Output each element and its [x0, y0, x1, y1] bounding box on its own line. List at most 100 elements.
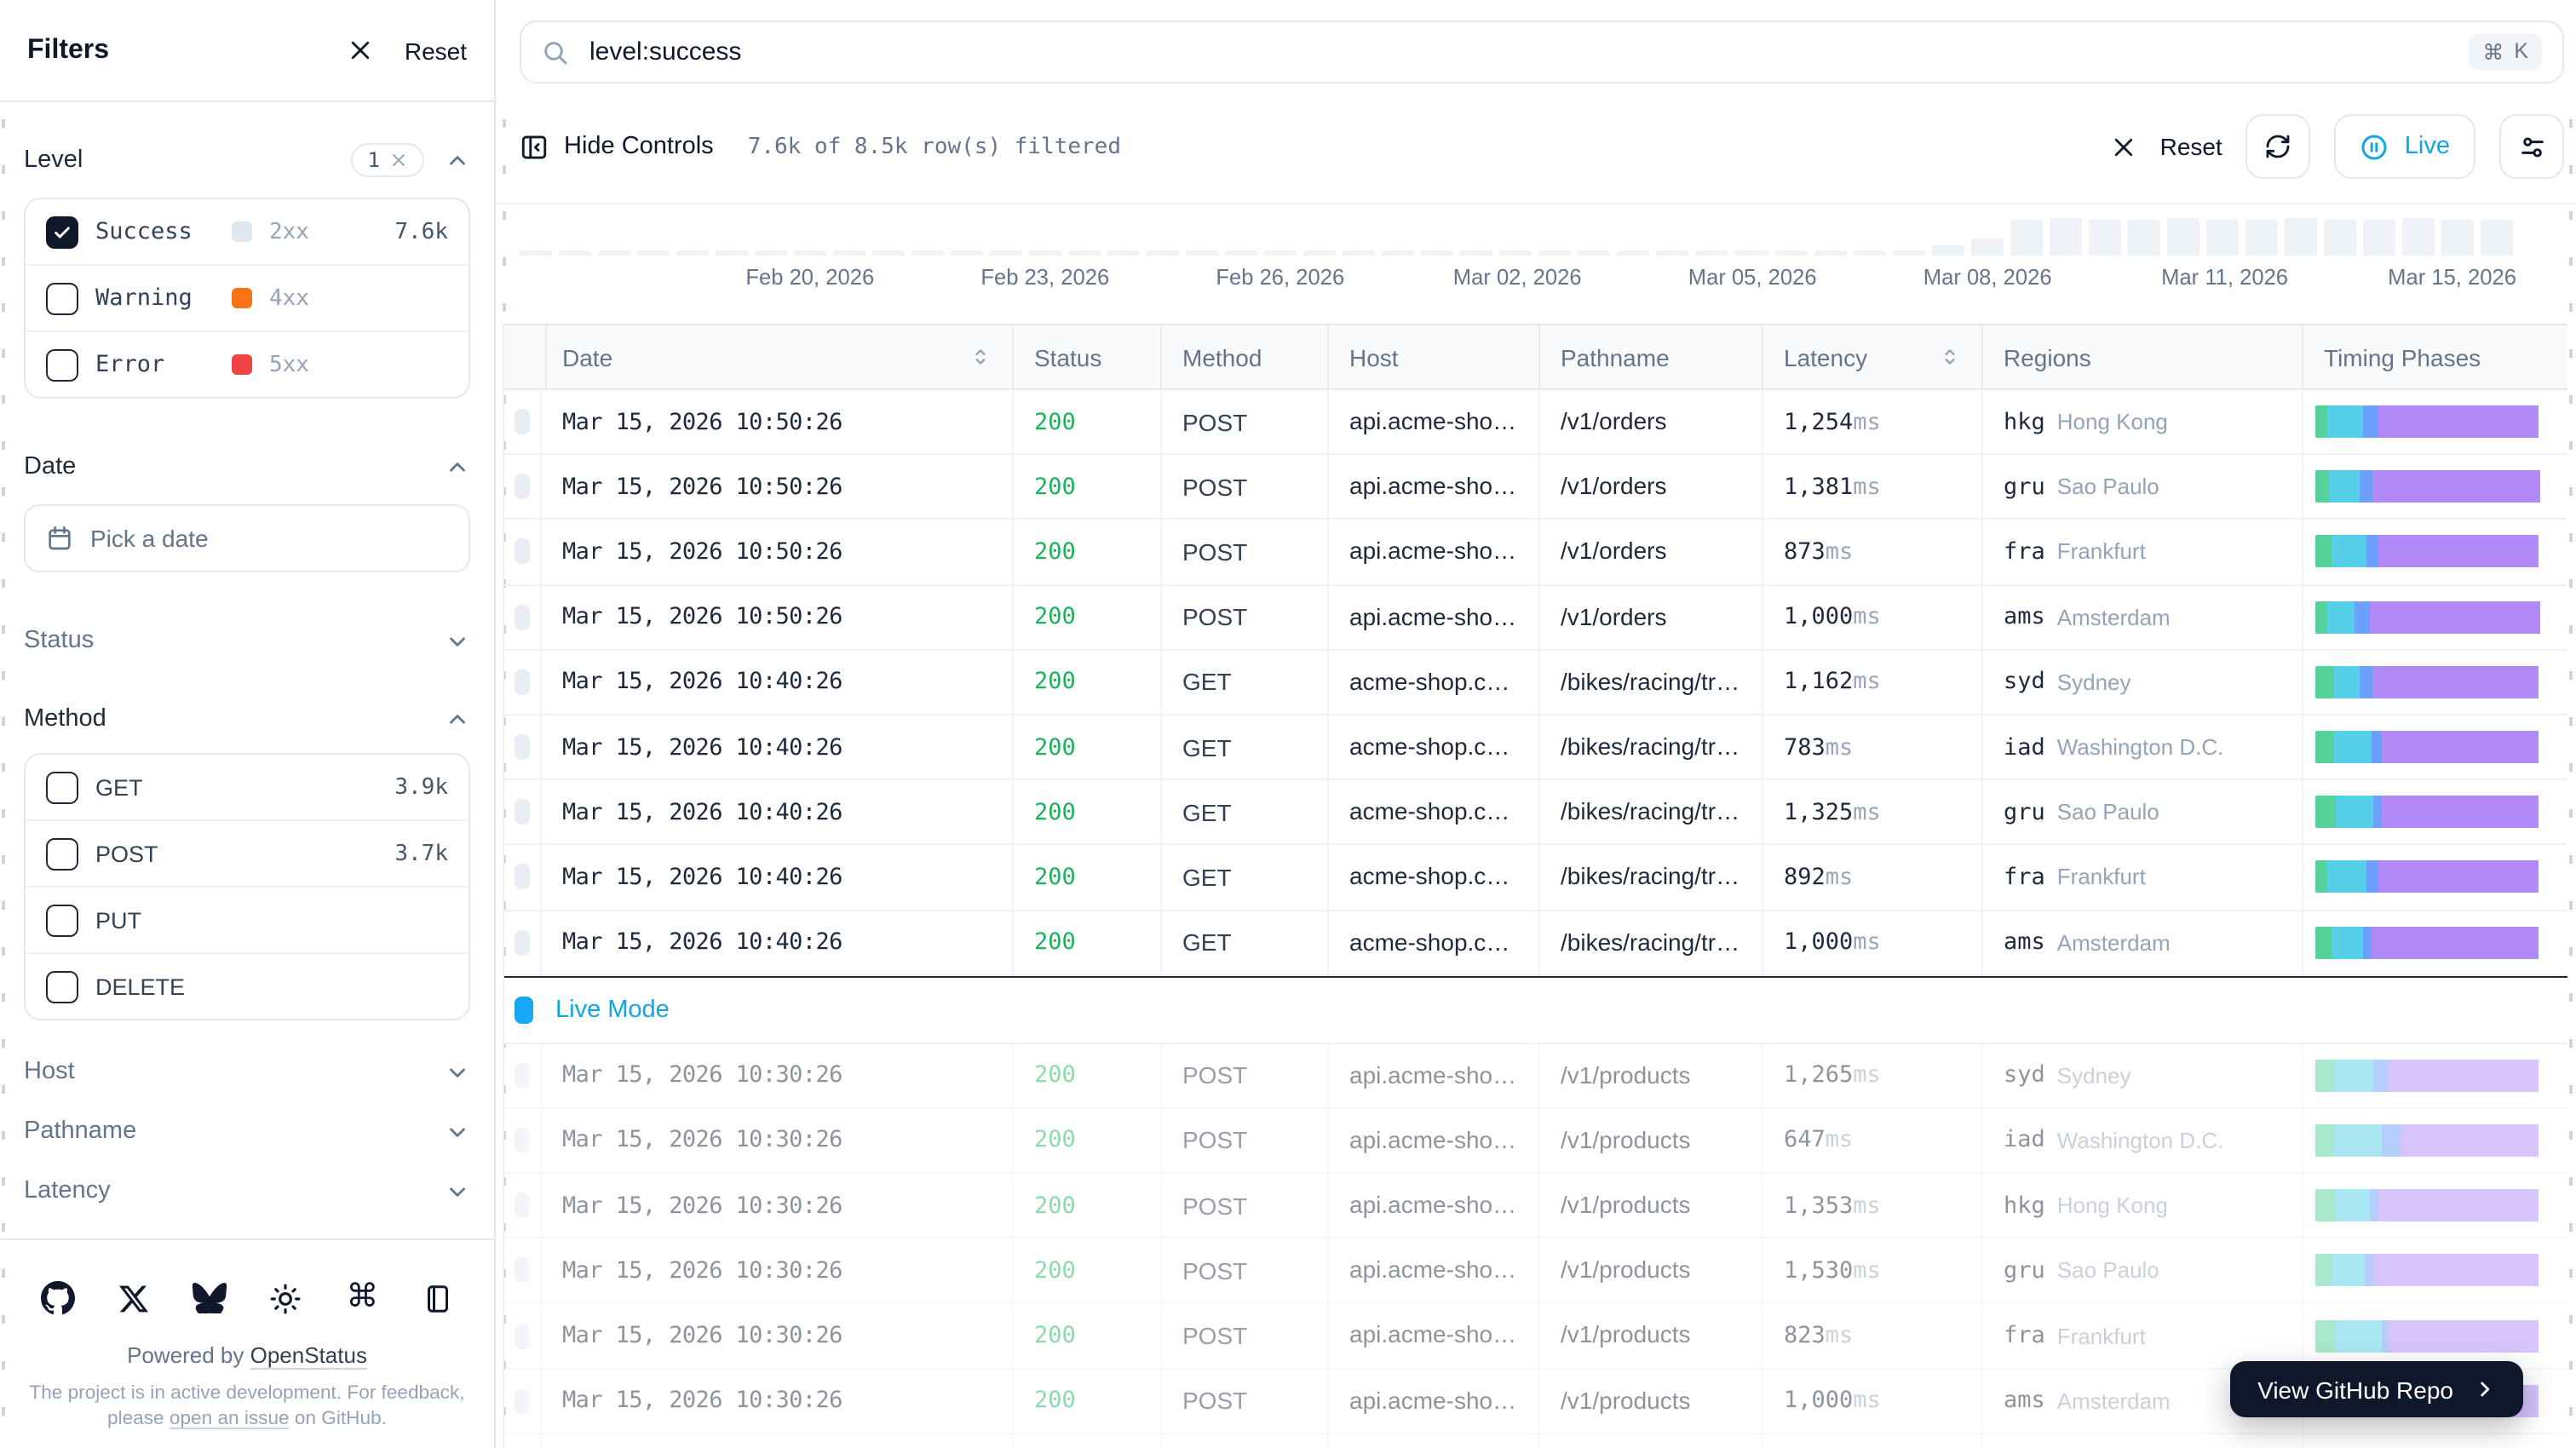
column-header-date[interactable]: Date: [542, 325, 1014, 388]
checkbox[interactable]: [46, 215, 78, 248]
method-option-delete[interactable]: DELETE: [26, 952, 469, 1019]
checkbox[interactable]: [46, 282, 78, 314]
github-icon[interactable]: [41, 1281, 75, 1315]
search-bar[interactable]: ⌘ K: [520, 20, 2564, 83]
live-mode-row[interactable]: Live Mode: [504, 975, 2567, 1043]
timing-segment-2: [2355, 600, 2370, 633]
section-header-host[interactable]: Host: [24, 1054, 470, 1089]
checkbox[interactable]: [46, 837, 78, 870]
latency-unit: ms: [1853, 1192, 1881, 1219]
level-filter-badge[interactable]: 1: [351, 143, 424, 177]
table-row[interactable]: Mar 15, 2026 10:40:26200GETacme-shop.com…: [504, 846, 2567, 911]
live-button[interactable]: Live: [2335, 114, 2475, 179]
level-badge-count: 1: [368, 148, 380, 172]
section-header-date[interactable]: Date: [24, 450, 470, 484]
row-select-cell[interactable]: [504, 651, 542, 714]
latency-value: 1,000: [1784, 603, 1853, 630]
cell-pathname: /v1/products: [1540, 1304, 1763, 1367]
method-option-post[interactable]: POST3.7k: [26, 819, 469, 886]
level-option-warning[interactable]: Warning4xx: [26, 264, 469, 330]
table-row[interactable]: Mar 15, 2026 10:30:26200POSTapi.acme-sho…: [504, 1109, 2567, 1174]
view-github-repo-button[interactable]: View GitHub Repo: [2230, 1361, 2523, 1417]
filters-sidebar: Filters Reset Level 1 Success2xx7.6kWarn…: [0, 0, 496, 1448]
reset-button[interactable]: Reset: [2160, 133, 2222, 160]
timing-segment-1: [2327, 600, 2355, 633]
row-select-cell[interactable]: [504, 911, 542, 974]
view-options-button[interactable]: [2499, 114, 2564, 179]
timing-segment-0: [2315, 1319, 2337, 1352]
row-select-cell[interactable]: [504, 846, 542, 909]
cell-status: 200: [1014, 520, 1162, 583]
row-select-cell[interactable]: [504, 1109, 542, 1172]
level-option-error[interactable]: Error5xx: [26, 330, 469, 397]
bluesky-icon[interactable]: [192, 1283, 226, 1313]
sort-icon[interactable]: [969, 346, 992, 368]
histogram-bar: [1696, 250, 1728, 256]
section-header-pathname[interactable]: Pathname: [24, 1114, 470, 1148]
section-header-method[interactable]: Method: [24, 702, 470, 736]
region-code: ams: [2004, 1387, 2045, 1414]
row-select-cell[interactable]: [504, 1174, 542, 1237]
row-select-cell[interactable]: [504, 1434, 542, 1448]
search-input[interactable]: [586, 36, 2452, 68]
table-row[interactable]: Mar 15, 2026 10:40:26200GETacme-shop.com…: [504, 651, 2567, 715]
clear-filters-icon[interactable]: [2111, 134, 2136, 159]
section-header-status[interactable]: Status: [24, 623, 470, 658]
checkbox[interactable]: [46, 970, 78, 1003]
table-row[interactable]: Mar 15, 2026 10:30:26200POSTapi.acme-sho…: [504, 1043, 2567, 1108]
command-icon[interactable]: ⌘: [346, 1281, 378, 1315]
row-select-cell[interactable]: [504, 780, 542, 843]
section-header-level[interactable]: Level 1: [24, 143, 470, 177]
table-row[interactable]: Mar 15, 2026 10:30:26200POSTapi.acme-sho…: [504, 1174, 2567, 1238]
region-code: ams: [2004, 603, 2045, 630]
row-select-cell[interactable]: [504, 455, 542, 518]
refresh-button[interactable]: [2246, 114, 2311, 179]
level-option-label: Warning: [95, 284, 215, 312]
sun-icon[interactable]: [270, 1282, 302, 1314]
table-row[interactable]: Mar 15, 2026 10:50:26200POSTapi.acme-sho…: [504, 390, 2567, 455]
x-logo-icon[interactable]: [119, 1284, 148, 1313]
table-row[interactable]: Mar 15, 2026 10:40:26200GETacme-shop.com…: [504, 780, 2567, 845]
cell-status: 200: [1014, 390, 1162, 453]
cell-date: Mar 15, 2026 10:30:26: [542, 1369, 1014, 1432]
row-select-cell[interactable]: [504, 520, 542, 583]
filters-title: Filters: [27, 35, 348, 66]
latency-value: 823: [1784, 1322, 1826, 1349]
table-row[interactable]: Mar 15, 2026 10:30:26200POSTapi.acme-sho…: [504, 1304, 2567, 1369]
table-row[interactable]: Mar 15, 2026 10:40:26200GETacme-shop.com…: [504, 715, 2567, 780]
sort-icon[interactable]: [1939, 346, 1961, 368]
hide-controls-button[interactable]: Hide Controls: [520, 132, 714, 161]
row-select-cell[interactable]: [504, 1369, 542, 1432]
panel-resize-handle-left[interactable]: [2, 119, 5, 1438]
checkbox[interactable]: [46, 904, 78, 936]
date-picker-field[interactable]: Pick a date: [24, 504, 470, 572]
column-header-latency[interactable]: Latency: [1763, 325, 1983, 388]
level-option-success[interactable]: Success2xx7.6k: [26, 199, 469, 264]
book-icon[interactable]: [423, 1282, 453, 1314]
cell-region: hkgHong Kong: [1983, 1174, 2303, 1237]
filters-reset-button[interactable]: Reset: [405, 37, 467, 64]
open-issue-link[interactable]: open an issue: [170, 1410, 290, 1430]
row-select-cell[interactable]: [504, 1043, 542, 1106]
method-option-get[interactable]: GET3.9k: [26, 755, 469, 819]
checkbox[interactable]: [46, 771, 78, 803]
method-option-put[interactable]: PUT: [26, 886, 469, 952]
table-row[interactable]: Mar 15, 2026 10:30:26200POSTapi.acme-sho…: [504, 1239, 2567, 1304]
row-select-cell[interactable]: [504, 715, 542, 779]
row-select-cell[interactable]: [504, 1304, 542, 1367]
table-row[interactable]: Mar 15, 2026 10:50:26200POSTapi.acme-sho…: [504, 520, 2567, 585]
latency-unit: ms: [1853, 928, 1881, 956]
row-select-cell[interactable]: [504, 1239, 542, 1302]
table-row[interactable]: Mar 15, 2026 10:40:26200GETacme-shop.com…: [504, 911, 2567, 975]
table-row[interactable]: Mar 15, 2026 10:50:26200POSTapi.acme-sho…: [504, 455, 2567, 520]
region-name: Sao Paulo: [2057, 474, 2159, 500]
table-row[interactable]: Mar 15, 2026 10:20:26200POSTapi.acme-sho…: [504, 1434, 2567, 1448]
openstatus-link[interactable]: OpenStatus: [250, 1342, 367, 1368]
close-filters-icon[interactable]: [348, 37, 374, 63]
requests-histogram[interactable]: [520, 206, 2513, 256]
checkbox[interactable]: [46, 348, 78, 381]
row-select-cell[interactable]: [504, 390, 542, 453]
table-row[interactable]: Mar 15, 2026 10:50:26200POSTapi.acme-sho…: [504, 585, 2567, 650]
row-select-cell[interactable]: [504, 585, 542, 648]
section-header-latency[interactable]: Latency: [24, 1174, 470, 1208]
